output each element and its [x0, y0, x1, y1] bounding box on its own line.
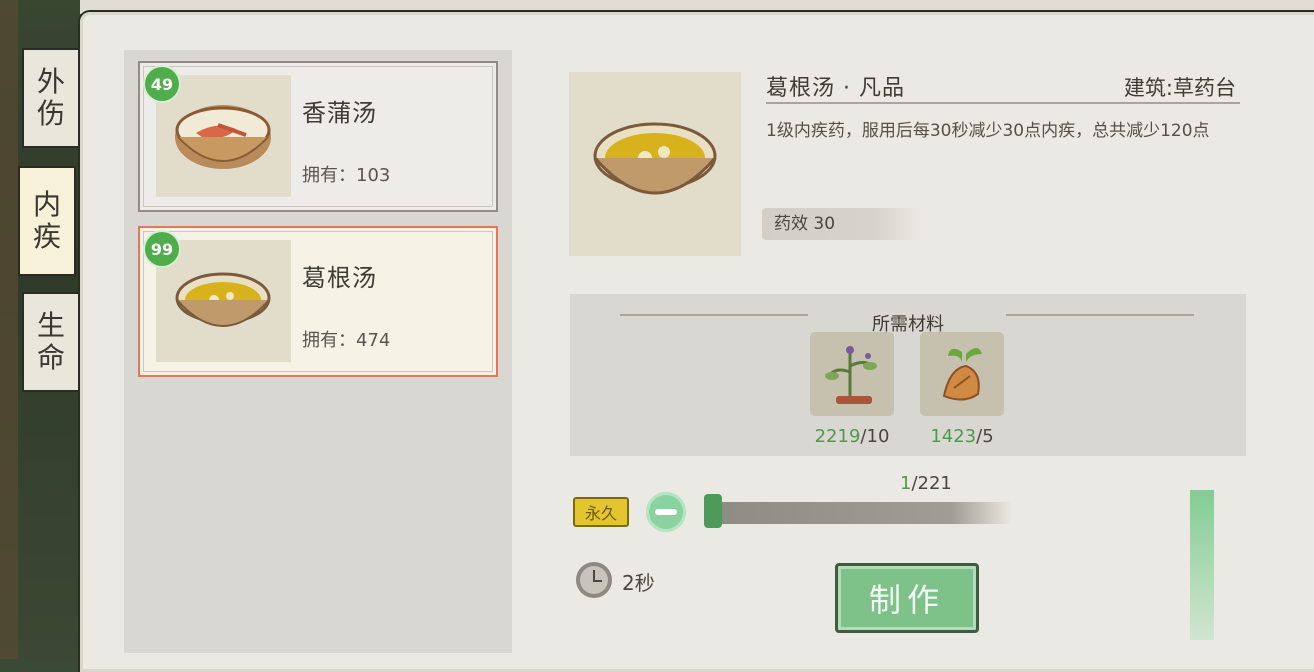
detail-title: 葛根汤 · 凡品 — [766, 76, 905, 101]
tab-label-char: 外 — [36, 64, 65, 98]
quantity-readout: 1/221 — [900, 473, 952, 494]
tab-label-char: 命 — [36, 341, 65, 374]
tab-life[interactable]: 生 命 — [22, 292, 80, 392]
materials-section: 所需材料 2219/10 1423/5 — [570, 294, 1246, 456]
craft-button[interactable]: 制作 — [835, 563, 979, 633]
tab-label-char: 内 — [32, 187, 61, 221]
detail-item-image — [569, 72, 741, 256]
detail-description: 1级内疾药，服用后每30秒减少30点内疾，总共减少120点 — [766, 121, 1210, 141]
recipe-card-xiangpu-soup[interactable]: 49 香蒲汤 拥有：103 — [138, 61, 498, 212]
detail-building: 建筑:草药台 — [1123, 76, 1236, 100]
tab-label-char: 伤 — [36, 97, 65, 130]
quantity-max: /221 — [911, 473, 952, 494]
recipe-thumbnail — [156, 240, 291, 362]
tab-label-char: 疾 — [32, 220, 61, 253]
material-count-root: 1423/5 — [912, 426, 1012, 447]
material-have: 1423 — [930, 426, 977, 447]
recipe-thumbnail — [156, 75, 291, 197]
recipe-owned-count: 拥有：103 — [302, 165, 391, 186]
recipe-name: 葛根汤 — [302, 264, 377, 292]
material-slot-herb[interactable] — [810, 332, 894, 416]
material-count-herb: 2219/10 — [802, 426, 902, 447]
herb-plant-icon — [825, 346, 877, 404]
quantity-slider-handle[interactable] — [704, 494, 722, 528]
recipe-name: 香蒲汤 — [302, 99, 377, 127]
decrease-quantity-button[interactable] — [646, 492, 686, 532]
craft-time: 2秒 — [622, 571, 655, 595]
root-tuber-icon — [942, 348, 982, 401]
recipe-level-badge: 99 — [145, 232, 179, 266]
increase-quantity-edge[interactable] — [1190, 490, 1214, 640]
soup-bowl-yellow-large-icon — [593, 122, 717, 195]
permanent-tag: 永久 — [573, 497, 629, 527]
title-divider — [766, 102, 1240, 104]
soup-bowl-red-icon — [175, 105, 271, 169]
material-slot-root[interactable] — [920, 332, 1004, 416]
recipe-level-badge: 49 — [145, 67, 179, 101]
recipe-owned-count: 拥有：474 — [302, 330, 391, 351]
tab-external-injury[interactable]: 外 伤 — [22, 48, 80, 148]
quantity-current: 1 — [900, 473, 912, 494]
tab-internal-illness[interactable]: 内 疾 — [18, 166, 76, 276]
effect-value: 药效 30 — [762, 208, 922, 240]
quantity-slider-track[interactable] — [712, 502, 1012, 524]
material-need: /5 — [976, 426, 994, 447]
tab-label-char: 生 — [36, 308, 65, 342]
materials-title: 所需材料 — [872, 314, 944, 335]
background-wooden-post — [0, 0, 18, 659]
recipe-card-gegen-soup[interactable]: 99 葛根汤 拥有：474 — [138, 226, 498, 377]
clock-icon — [576, 562, 612, 598]
soup-bowl-yellow-icon — [175, 272, 271, 327]
material-need: /10 — [860, 426, 890, 447]
material-have: 2219 — [814, 426, 861, 447]
